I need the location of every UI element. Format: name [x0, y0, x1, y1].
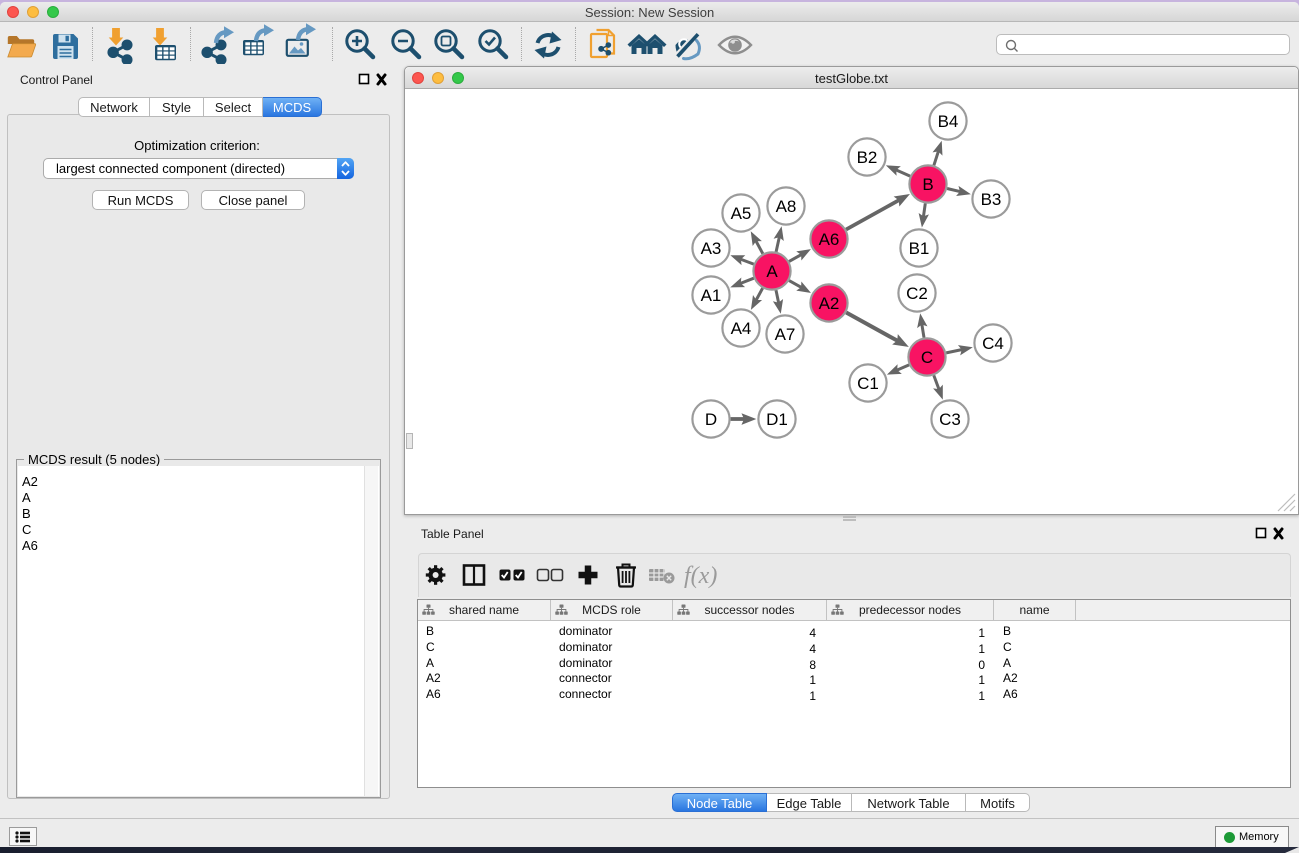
- svg-text:A2: A2: [819, 294, 840, 313]
- svg-text:A4: A4: [731, 319, 752, 338]
- svg-text:A5: A5: [731, 204, 752, 223]
- svg-text:D: D: [705, 410, 717, 429]
- svg-text:A8: A8: [776, 197, 797, 216]
- svg-text:C4: C4: [982, 334, 1004, 353]
- svg-text:B1: B1: [909, 239, 930, 258]
- svg-text:B3: B3: [981, 190, 1002, 209]
- svg-text:A1: A1: [701, 286, 722, 305]
- svg-text:B2: B2: [857, 148, 878, 167]
- svg-text:C2: C2: [906, 284, 928, 303]
- svg-text:B4: B4: [938, 112, 959, 131]
- svg-text:f(x): f(x): [684, 563, 717, 589]
- svg-text:D1: D1: [766, 410, 788, 429]
- svg-text:C3: C3: [939, 410, 961, 429]
- svg-text:A3: A3: [701, 239, 722, 258]
- svg-text:C: C: [921, 348, 933, 367]
- svg-text:A7: A7: [775, 325, 796, 344]
- svg-text:B: B: [922, 175, 933, 194]
- svg-text:C1: C1: [857, 374, 879, 393]
- svg-text:A6: A6: [819, 230, 840, 249]
- svg-text:A: A: [766, 262, 778, 281]
